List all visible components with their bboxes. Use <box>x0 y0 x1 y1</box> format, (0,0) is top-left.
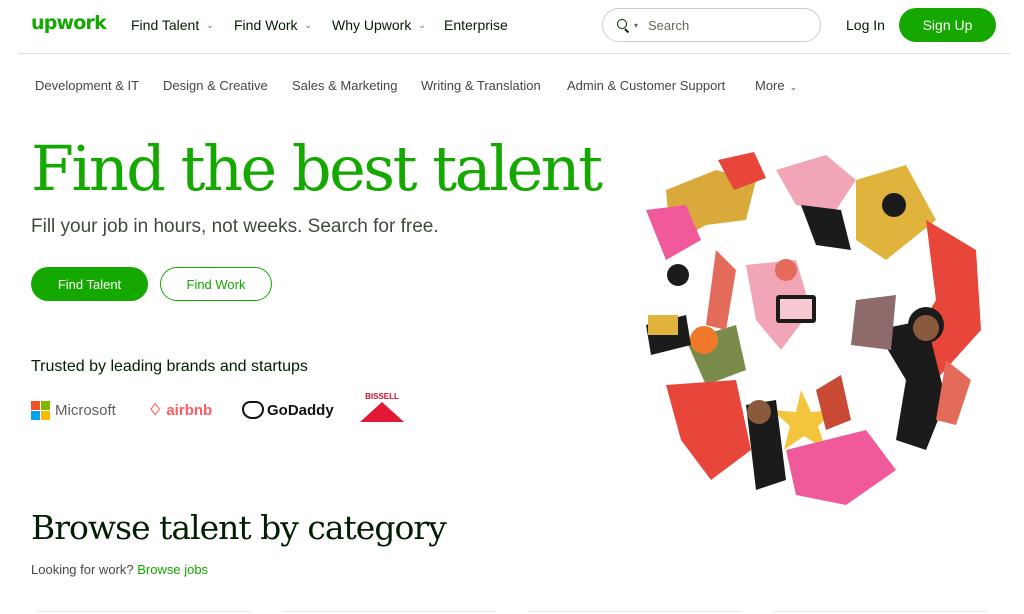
chevron-down-icon: ⌄ <box>418 19 426 30</box>
brand-name: Microsoft <box>55 401 116 419</box>
header-divider <box>18 53 1010 54</box>
find-talent-button[interactable]: Find Talent <box>31 267 148 301</box>
chevron-down-icon: ⌄ <box>304 19 313 30</box>
hero-subtitle: Fill your job in hours, not weeks. Searc… <box>31 216 439 237</box>
godaddy-logo: GoDaddy <box>242 398 334 422</box>
microsoft-logo: Microsoft <box>31 398 116 422</box>
category-development-it[interactable]: Development & IT <box>35 78 139 93</box>
login-link[interactable]: Log In <box>846 17 885 33</box>
nav-label: Enterprise <box>444 17 508 33</box>
microsoft-icon <box>31 400 50 420</box>
people-collage-illustration <box>637 152 987 510</box>
trusted-heading: Trusted by leading brands and startups <box>31 358 308 375</box>
godaddy-icon <box>242 401 264 419</box>
nav-label: Find Work <box>234 17 298 33</box>
chevron-down-icon: ⌄ <box>206 19 214 30</box>
top-header: upwork Find Talent ⌄ Find Work ⌄ Why Upw… <box>0 0 1024 54</box>
brand-name: GoDaddy <box>267 401 334 419</box>
category-design-creative[interactable]: Design & Creative <box>163 78 268 93</box>
chevron-down-icon: ⌄ <box>789 82 798 92</box>
category-sales-marketing[interactable]: Sales & Marketing <box>292 78 398 93</box>
hero-title: Find the best talent <box>31 132 603 205</box>
search-input[interactable] <box>648 17 789 33</box>
brand-name: airbnb <box>166 401 213 419</box>
airbnb-logo: ♢ airbnb <box>148 398 212 422</box>
bissell-icon <box>360 402 404 422</box>
browse-title: Browse talent by category <box>31 508 447 547</box>
category-admin-support[interactable]: Admin & Customer Support <box>567 78 725 93</box>
bissell-logo: BISSELL <box>360 392 404 422</box>
browse-prompt: Looking for work? <box>31 562 134 577</box>
category-writing-translation[interactable]: Writing & Translation <box>421 78 541 93</box>
nav-why-upwork[interactable]: Why Upwork ⌄ <box>332 17 426 33</box>
nav-label: Find Talent <box>131 17 200 33</box>
search-bar[interactable]: ▾ <box>602 8 821 42</box>
find-work-button[interactable]: Find Work <box>160 267 272 301</box>
upwork-logo[interactable]: upwork <box>31 12 107 34</box>
brand-name: BISSELL <box>365 392 399 401</box>
search-icon <box>617 18 630 32</box>
nav-label: Why Upwork <box>332 17 412 33</box>
chevron-down-icon[interactable]: ▾ <box>634 21 638 30</box>
signup-button[interactable]: Sign Up <box>899 8 996 42</box>
category-more[interactable]: More ⌄ <box>755 78 797 93</box>
browse-jobs-link[interactable]: Browse jobs <box>137 562 208 577</box>
airbnb-icon: ♢ <box>148 402 163 419</box>
browse-subtitle: Looking for work? Browse jobs <box>31 562 208 577</box>
nav-find-talent[interactable]: Find Talent ⌄ <box>131 17 214 33</box>
more-label: More <box>755 78 785 93</box>
nav-enterprise[interactable]: Enterprise <box>444 17 508 33</box>
nav-find-work[interactable]: Find Work ⌄ <box>234 17 312 33</box>
